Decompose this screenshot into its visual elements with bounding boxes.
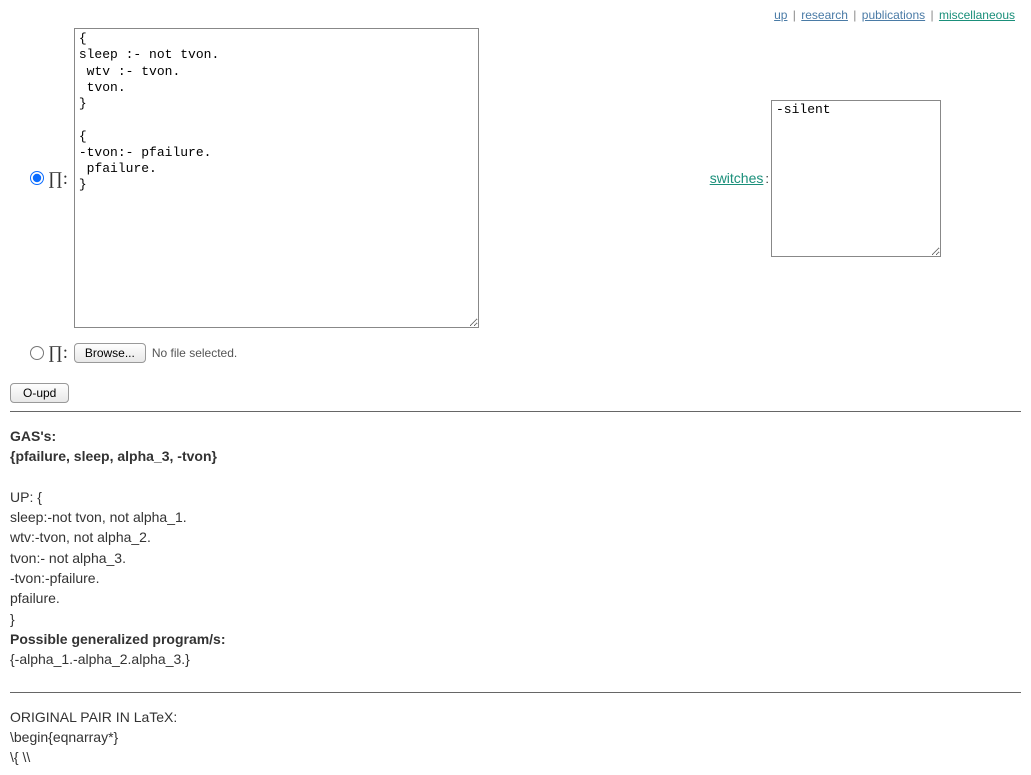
possible-set: {-alpha_1.-alpha_2.alpha_3.} [10,649,1021,669]
pi-label-2: ∏: [48,342,68,363]
program-file-radio[interactable] [30,346,44,360]
file-radio-label: ∏: [30,342,68,363]
no-file-selected-label: No file selected. [152,346,237,360]
browse-button[interactable]: Browse... [74,343,146,363]
latex-header: ORIGINAL PAIR IN LaTeX: [10,707,1021,727]
nav-sep: | [928,8,935,22]
file-row: ∏: Browse... No file selected. [30,342,1021,363]
latex-frag: \{ \\ [10,747,1021,767]
submit-row: O-upd [10,383,1021,403]
gas-label: GAS's: [10,428,56,444]
up-block: UP: { sleep:-not tvon, not alpha_1. wtv:… [10,487,1021,629]
divider-2 [10,692,1021,693]
nav-research[interactable]: research [801,8,848,22]
switches-textarea[interactable] [771,100,941,257]
possible-label: Possible generalized program/s: [10,631,226,647]
divider-1 [10,411,1021,412]
pi-label-1: ∏: [48,168,68,189]
top-nav: up | research | publications | miscellan… [10,8,1021,22]
program-textarea[interactable] [74,28,479,328]
nav-publications[interactable]: publications [862,8,925,22]
switches-link[interactable]: switches [710,170,764,186]
latex-begin: \begin{eqnarray*} [10,727,1021,747]
results-block: GAS's: {pfailure, sleep, alpha_3, -tvon}… [10,426,1021,767]
nav-miscellaneous[interactable]: miscellaneous [939,8,1015,22]
switches-colon: : [765,171,769,186]
gas-set: {pfailure, sleep, alpha_3, -tvon} [10,448,217,464]
oupd-submit-button[interactable]: O-upd [10,383,69,403]
nav-sep: | [851,8,858,22]
nav-up[interactable]: up [774,8,787,22]
program-row: ∏: switches: [10,28,1021,328]
program-radio-label: ∏: [30,168,68,189]
nav-sep: | [791,8,798,22]
program-text-radio[interactable] [30,171,44,185]
switches-block: switches: [710,100,941,257]
